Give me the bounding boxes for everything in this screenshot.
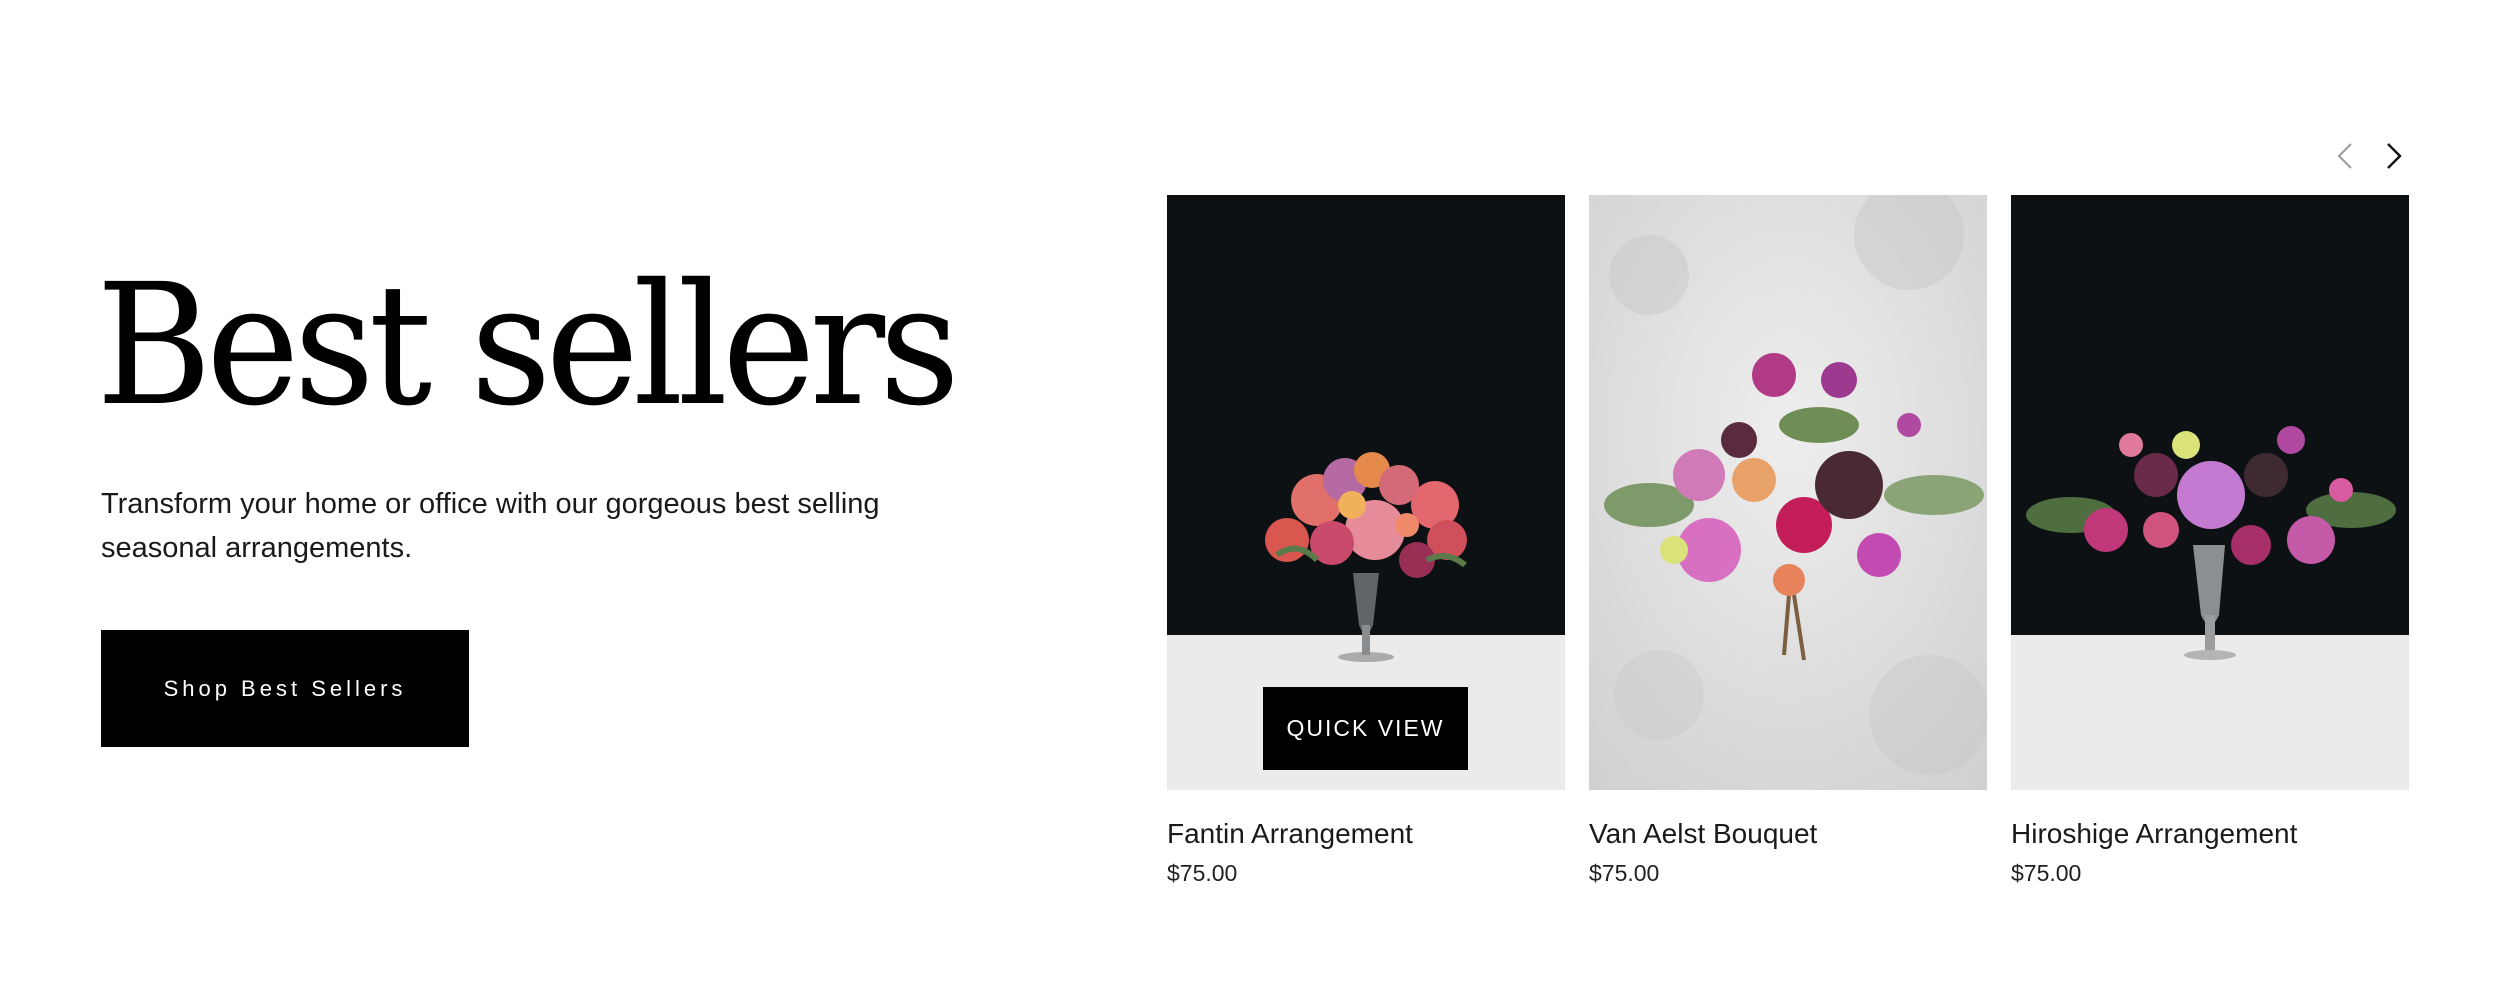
product-card: Hiroshige Arrangement $75.00	[2011, 195, 2409, 886]
section-description: Transform your home or office with our g…	[101, 488, 880, 564]
carousel-next-button[interactable]	[2374, 136, 2414, 176]
product-card: QUICK VIEW Fantin Arrangement $75.00	[1167, 195, 1565, 886]
product-price: $75.00	[1589, 860, 1660, 886]
product-name[interactable]: Van Aelst Bouquet	[1589, 818, 1817, 850]
section-title: Best sellers	[96, 248, 960, 444]
product-image[interactable]	[1589, 195, 1987, 790]
product-name[interactable]: Hiroshige Arrangement	[2011, 818, 2297, 850]
product-image[interactable]	[2011, 195, 2409, 790]
carousel-prev-button[interactable]	[2327, 136, 2367, 176]
product-price: $75.00	[2011, 860, 2082, 886]
chevron-right-icon	[2387, 143, 2402, 169]
product-price: $75.00	[1167, 860, 1238, 886]
quick-view-button[interactable]: QUICK VIEW	[1263, 687, 1468, 770]
product-card: Van Aelst Bouquet $75.00	[1589, 195, 1987, 886]
shop-best-sellers-button[interactable]: Shop Best Sellers	[101, 630, 469, 747]
flower-arrangement-image	[2011, 195, 2409, 790]
product-name[interactable]: Fantin Arrangement	[1167, 818, 1413, 850]
chevron-left-icon	[2337, 143, 2352, 169]
product-image[interactable]: QUICK VIEW	[1167, 195, 1565, 790]
flower-bouquet-image	[1589, 195, 1987, 790]
